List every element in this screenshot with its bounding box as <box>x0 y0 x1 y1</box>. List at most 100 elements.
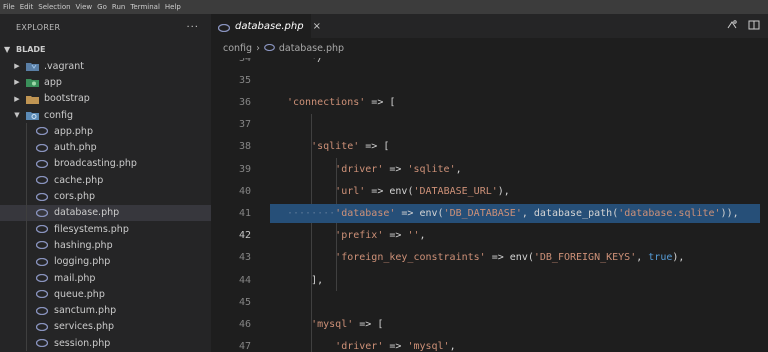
split-editor-icon[interactable] <box>748 19 760 34</box>
workspace-folder-label: BLADE <box>16 45 46 54</box>
code-token: => <box>395 207 420 219</box>
code-token: ········ <box>287 207 336 219</box>
tab-database-php[interactable]: database.php × <box>211 14 321 38</box>
tree-item-label: cache.php <box>54 174 104 186</box>
menu-help[interactable]: Help <box>165 0 181 14</box>
editor-area: database.php × config › database.php 34 … <box>211 14 768 352</box>
code-token: => <box>383 341 408 352</box>
tree-file-services-php[interactable]: services.php <box>0 318 211 336</box>
indent-guide <box>26 220 27 238</box>
line-number: 47 <box>238 341 251 352</box>
menu-run[interactable]: Run <box>112 0 125 14</box>
code-line[interactable]: 47 'driver' => 'mysql', <box>211 336 768 352</box>
code-line[interactable]: 42 'prefix' => '', <box>211 225 768 247</box>
line-content: 'driver' => 'mysql', <box>287 341 455 352</box>
breadcrumb-folder[interactable]: config <box>223 43 252 54</box>
folder-icon <box>25 94 39 104</box>
tree-file-cors-php[interactable]: cors.php <box>0 188 211 205</box>
code-line[interactable]: 36 'connections' => [ <box>211 91 768 113</box>
code-token: */ <box>311 58 324 64</box>
code-token: 'DB_DATABASE' <box>443 207 522 219</box>
tree-file-cache-php[interactable]: cache.php <box>0 172 211 189</box>
code-editor[interactable]: 34 */ 35 36 'connections' => [37 38 'sqlite'… <box>211 58 768 352</box>
code-line[interactable]: 35 <box>211 69 768 91</box>
code-line[interactable]: 46 'mysql' => [ <box>211 313 768 335</box>
workspace-folder-header[interactable]: ▼ BLADE <box>0 41 211 58</box>
explorer-header: EXPLORER ··· <box>0 14 211 41</box>
tree-file-broadcasting-php[interactable]: broadcasting.php <box>0 155 211 173</box>
line-number: 39 <box>238 163 251 175</box>
menu-selection[interactable]: Selection <box>38 0 70 14</box>
tree-folder-config[interactable]: ▼ config <box>0 107 211 123</box>
tree-item-label: bootstrap <box>44 93 90 105</box>
tree-file-mail-php[interactable]: mail.php <box>0 269 211 287</box>
chevron-down-icon: ▼ <box>4 45 11 54</box>
close-icon[interactable]: × <box>313 21 321 32</box>
php-file-icon <box>35 143 49 153</box>
code-line[interactable]: 38 'sqlite' => [ <box>211 136 768 158</box>
menu-file[interactable]: File <box>3 0 15 14</box>
tree-file-hashing-php[interactable]: hashing.php <box>0 237 211 254</box>
tree-item-label: sanctum.php <box>54 305 117 317</box>
tree-item-label: services.php <box>54 321 115 333</box>
line-content: 'connections' => [ <box>287 97 395 108</box>
php-file-icon <box>35 289 49 299</box>
code-line[interactable]: 40 'url' => env('DATABASE_URL'), <box>211 180 768 202</box>
app-folder-icon <box>25 77 39 88</box>
breadcrumb-file[interactable]: database.php <box>279 43 344 54</box>
menu-bar: File Edit Selection View Go Run Terminal Help <box>0 0 768 14</box>
compare-changes-icon[interactable] <box>726 19 738 34</box>
tree-file-queue-php[interactable]: queue.php <box>0 286 211 303</box>
php-file-icon <box>35 240 49 250</box>
code-token: env <box>509 252 528 264</box>
tree-file-auth-php[interactable]: auth.php <box>0 139 211 156</box>
code-token: 'sqlite' <box>407 163 456 175</box>
breadcrumb: config › database.php <box>211 38 768 58</box>
menu-go[interactable]: Go <box>97 0 107 14</box>
code-line[interactable]: 43 'foreign_key_constraints' => env('DB_… <box>211 247 768 269</box>
code-token: , <box>636 252 649 264</box>
code-line[interactable]: 37 <box>211 114 768 136</box>
tree-file-filesystems-php[interactable]: filesystems.php <box>0 220 211 238</box>
code-line[interactable]: 41 ········'database' => env('DB_DATABASE… <box>211 202 768 224</box>
tree-file-logging-php[interactable]: logging.php <box>0 253 211 270</box>
tree-item-label: logging.php <box>54 256 111 268</box>
code-line[interactable]: 45 <box>211 291 768 313</box>
tree-folder-bootstrap[interactable]: ▶ bootstrap <box>0 91 211 107</box>
line-number: 40 <box>238 185 251 197</box>
more-actions-icon[interactable]: ··· <box>186 22 199 33</box>
code-token: true <box>648 252 673 264</box>
code-token: '' <box>407 230 420 242</box>
menu-view[interactable]: View <box>76 0 93 14</box>
tree-folder-app[interactable]: ▶ app <box>0 74 211 90</box>
line-number: 42 <box>238 230 251 242</box>
php-file-icon <box>35 208 49 218</box>
explorer-title: EXPLORER <box>16 23 61 32</box>
code-line[interactable]: 44 ], <box>211 269 768 291</box>
php-file-icon <box>217 17 231 36</box>
tree-folder-vagrant[interactable]: ▶ .vagrant <box>0 58 211 74</box>
menu-terminal[interactable]: Terminal <box>130 0 160 14</box>
code-token: ], <box>311 274 324 286</box>
tree-item-label: .vagrant <box>44 60 84 72</box>
tree-item-label: queue.php <box>54 288 105 300</box>
tab-label: database.php <box>235 20 304 32</box>
tree-file-database-php[interactable]: database.php <box>0 204 211 221</box>
tree-file-sanctum-php[interactable]: sanctum.php <box>0 302 211 319</box>
indent-guide <box>26 139 27 156</box>
line-content: */ <box>287 58 323 64</box>
indent-guide <box>26 123 27 140</box>
code-line[interactable]: 39 'driver' => 'sqlite', <box>211 158 768 180</box>
menu-edit[interactable]: Edit <box>20 0 34 14</box>
tree-item-label: app <box>44 76 62 88</box>
indent-guide <box>26 286 27 303</box>
php-file-icon <box>264 43 275 54</box>
code-token: 'driver' <box>335 341 384 352</box>
php-file-icon <box>35 273 49 283</box>
tree-file-session-php[interactable]: session.php <box>0 335 211 352</box>
tree-item-label: auth.php <box>54 142 97 154</box>
code-line[interactable]: 34 */ <box>211 58 768 69</box>
tree-file-app-php[interactable]: app.php <box>0 123 211 140</box>
code-token: ), <box>497 185 510 197</box>
